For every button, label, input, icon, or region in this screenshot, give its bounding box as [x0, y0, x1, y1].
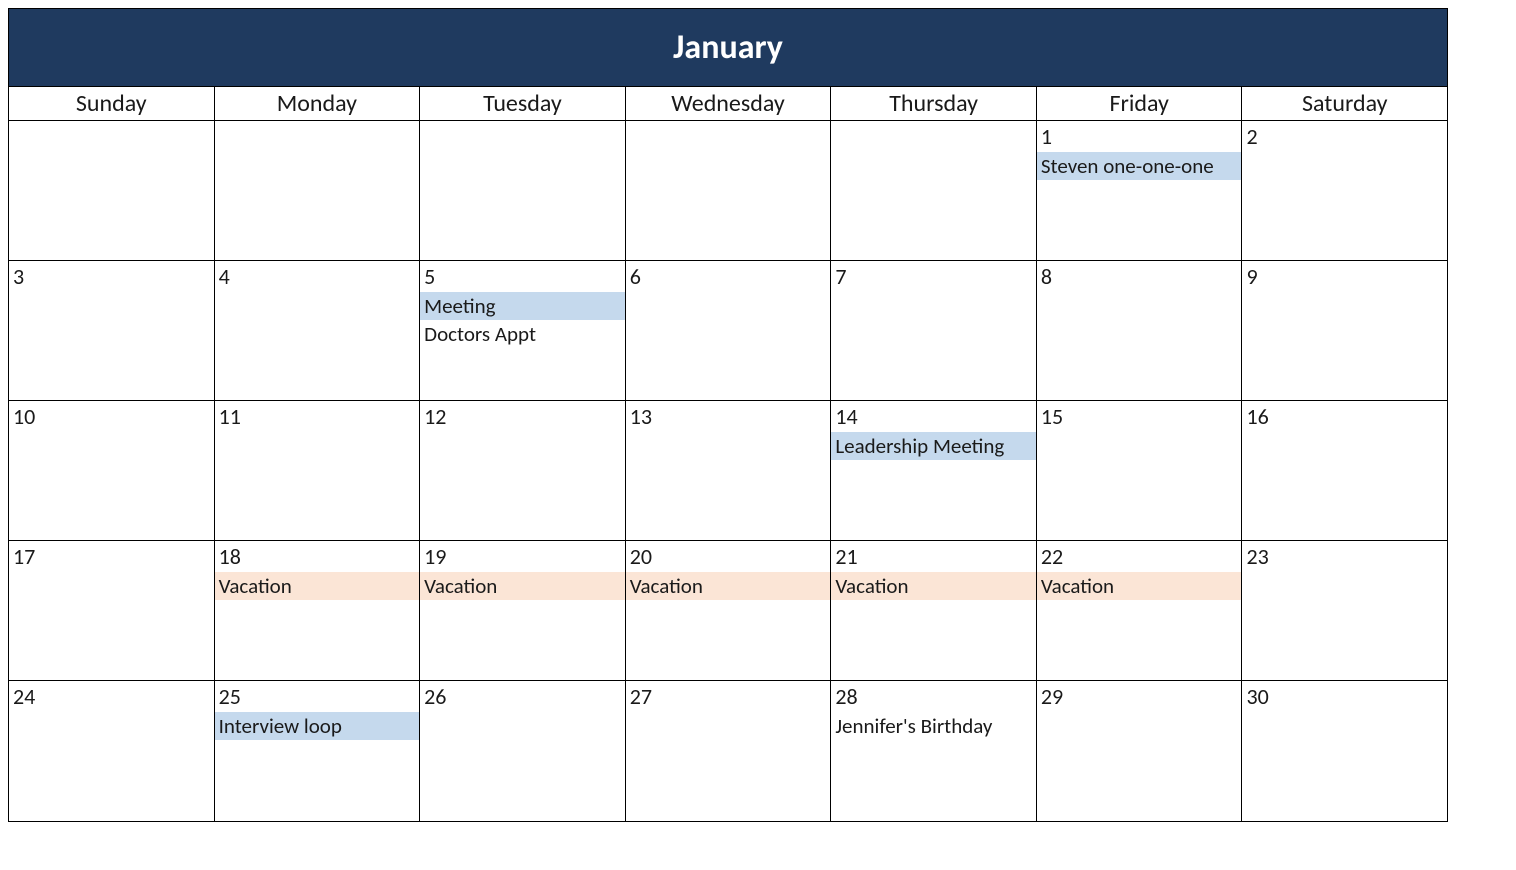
day-number: 25	[215, 681, 420, 712]
calendar-event[interactable]: Meeting	[420, 292, 625, 320]
day-cell[interactable]: 2	[1242, 121, 1447, 261]
day-number: 6	[626, 261, 831, 292]
day-cell[interactable]: 27	[626, 681, 832, 821]
day-header-saturday: Saturday	[1242, 87, 1447, 121]
day-number: 18	[215, 541, 420, 572]
calendar-event[interactable]: Interview loop	[215, 712, 420, 740]
calendar-event[interactable]: Doctors Appt	[420, 320, 625, 348]
day-cell[interactable]: 16	[1242, 401, 1447, 541]
day-cell[interactable]: 5MeetingDoctors Appt	[420, 261, 626, 401]
calendar-event[interactable]: Jennifer's Birthday	[831, 712, 1036, 740]
day-cell[interactable]: 21Vacation	[831, 541, 1037, 681]
day-number: 15	[1037, 401, 1242, 432]
calendar-event[interactable]: Vacation	[420, 572, 625, 600]
day-number: 4	[215, 261, 420, 292]
day-cell[interactable]: 13	[626, 401, 832, 541]
day-header-sunday: Sunday	[9, 87, 215, 121]
day-number: 30	[1242, 681, 1447, 712]
day-number: 5	[420, 261, 625, 292]
day-cell[interactable]	[215, 121, 421, 261]
day-number: 17	[9, 541, 214, 572]
day-number: 1	[1037, 121, 1242, 152]
day-number: 11	[215, 401, 420, 432]
week-row: 1Steven one-one-one2	[9, 121, 1447, 261]
day-cell[interactable]: 19Vacation	[420, 541, 626, 681]
day-cell[interactable]: 23	[1242, 541, 1447, 681]
day-number: 14	[831, 401, 1036, 432]
day-header-tuesday: Tuesday	[420, 87, 626, 121]
calendar-event[interactable]: Vacation	[626, 572, 831, 600]
calendar-event[interactable]: Leadership Meeting	[831, 432, 1036, 460]
day-number: 12	[420, 401, 625, 432]
day-cell[interactable]: 9	[1242, 261, 1447, 401]
week-row: 2425Interview loop262728Jennifer's Birth…	[9, 681, 1447, 821]
calendar-event[interactable]: Steven one-one-one	[1037, 152, 1242, 180]
day-number: 26	[420, 681, 625, 712]
day-cell[interactable]	[626, 121, 832, 261]
day-cell[interactable]: 25Interview loop	[215, 681, 421, 821]
weeks-container: 1Steven one-one-one2345MeetingDoctors Ap…	[9, 121, 1447, 821]
day-header-monday: Monday	[215, 87, 421, 121]
day-cell[interactable]: 7	[831, 261, 1037, 401]
day-cell[interactable]: 15	[1037, 401, 1243, 541]
day-cell[interactable]: 4	[215, 261, 421, 401]
week-row: 345MeetingDoctors Appt6789	[9, 261, 1447, 401]
day-header-thursday: Thursday	[831, 87, 1037, 121]
day-cell[interactable]: 17	[9, 541, 215, 681]
day-number: 13	[626, 401, 831, 432]
calendar-event[interactable]: Vacation	[1037, 572, 1242, 600]
day-cell[interactable]: 26	[420, 681, 626, 821]
calendar-event[interactable]: Vacation	[831, 572, 1036, 600]
day-cell[interactable]: 29	[1037, 681, 1243, 821]
day-cell[interactable]: 12	[420, 401, 626, 541]
day-cell[interactable]: 14Leadership Meeting	[831, 401, 1037, 541]
day-number: 7	[831, 261, 1036, 292]
day-cell[interactable]: 3	[9, 261, 215, 401]
day-number: 3	[9, 261, 214, 292]
day-cell[interactable]: 11	[215, 401, 421, 541]
day-cell[interactable]	[420, 121, 626, 261]
calendar-event[interactable]: Vacation	[215, 572, 420, 600]
day-number: 16	[1242, 401, 1447, 432]
day-number: 10	[9, 401, 214, 432]
day-cell[interactable]: 28Jennifer's Birthday	[831, 681, 1037, 821]
day-number: 23	[1242, 541, 1447, 572]
day-cell[interactable]: 10	[9, 401, 215, 541]
day-number: 20	[626, 541, 831, 572]
day-cell[interactable]: 18Vacation	[215, 541, 421, 681]
day-number: 8	[1037, 261, 1242, 292]
day-cell[interactable]	[831, 121, 1037, 261]
day-number: 28	[831, 681, 1036, 712]
day-number: 9	[1242, 261, 1447, 292]
calendar: January Sunday Monday Tuesday Wednesday …	[8, 8, 1448, 822]
day-number: 27	[626, 681, 831, 712]
week-row: 1718Vacation19Vacation20Vacation21Vacati…	[9, 541, 1447, 681]
day-cell[interactable]: 22Vacation	[1037, 541, 1243, 681]
day-number: 22	[1037, 541, 1242, 572]
day-header-row: Sunday Monday Tuesday Wednesday Thursday…	[9, 87, 1447, 121]
day-cell[interactable]: 8	[1037, 261, 1243, 401]
day-number: 19	[420, 541, 625, 572]
day-cell[interactable]: 24	[9, 681, 215, 821]
month-header: January	[9, 9, 1447, 87]
day-cell[interactable]: 1Steven one-one-one	[1037, 121, 1243, 261]
day-cell[interactable]: 20Vacation	[626, 541, 832, 681]
day-number: 24	[9, 681, 214, 712]
day-cell[interactable]: 6	[626, 261, 832, 401]
week-row: 1011121314Leadership Meeting1516	[9, 401, 1447, 541]
day-header-wednesday: Wednesday	[626, 87, 832, 121]
day-cell[interactable]: 30	[1242, 681, 1447, 821]
day-number: 29	[1037, 681, 1242, 712]
day-number: 2	[1242, 121, 1447, 152]
day-cell[interactable]	[9, 121, 215, 261]
day-header-friday: Friday	[1037, 87, 1243, 121]
day-number: 21	[831, 541, 1036, 572]
